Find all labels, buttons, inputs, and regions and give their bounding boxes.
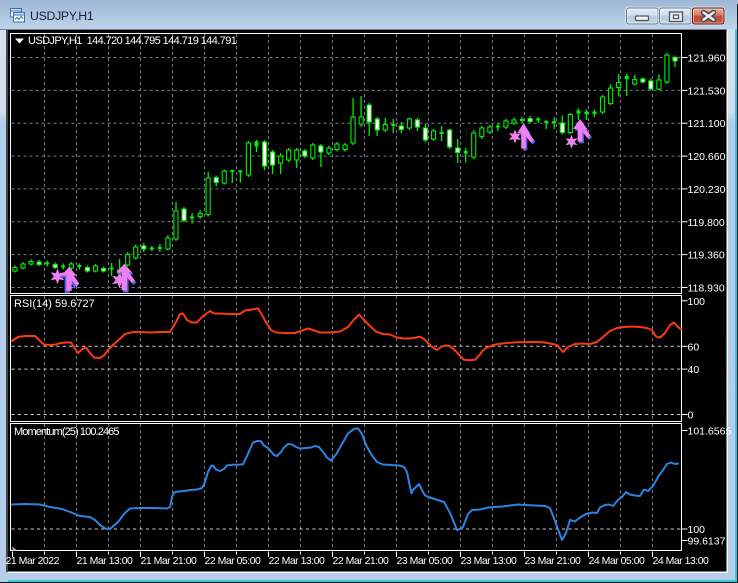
svg-text:24 Mar 13:00: 24 Mar 13:00: [653, 555, 710, 567]
svg-text:40: 40: [688, 364, 700, 376]
svg-text:118.930: 118.930: [688, 283, 725, 295]
svg-text:120.660: 120.660: [688, 151, 726, 163]
svg-text:119.800: 119.800: [688, 217, 725, 229]
svg-text:23 Mar 05:00: 23 Mar 05:00: [397, 555, 454, 567]
svg-text:120.230: 120.230: [688, 184, 726, 196]
svg-text:100: 100: [688, 296, 706, 308]
svg-text:23 Mar 13:00: 23 Mar 13:00: [461, 555, 518, 567]
svg-text:Momentum(25) 100.2465: Momentum(25) 100.2465: [14, 426, 119, 438]
svg-text:RSI(14) 59.6727: RSI(14) 59.6727: [14, 298, 95, 310]
svg-text:USDJPY,H1 144.720 144.795 144: USDJPY,H1 144.720 144.795 144.719 144.79…: [28, 35, 237, 47]
svg-text:121.530: 121.530: [688, 85, 726, 97]
svg-text:USDJPY,H1: USDJPY,H1: [30, 9, 94, 23]
svg-text:121.100: 121.100: [688, 118, 726, 130]
svg-text:23 Mar 21:00: 23 Mar 21:00: [525, 555, 582, 567]
svg-text:121.960: 121.960: [688, 53, 726, 65]
svg-text:0: 0: [688, 410, 694, 422]
svg-text:22 Mar 21:00: 22 Mar 21:00: [333, 555, 390, 567]
svg-text:21 Mar 13:00: 21 Mar 13:00: [77, 555, 134, 567]
svg-text:60: 60: [688, 341, 700, 353]
svg-text:21 Mar 2022: 21 Mar 2022: [6, 555, 60, 567]
svg-text:21 Mar 21:00: 21 Mar 21:00: [141, 555, 198, 567]
svg-text:119.360: 119.360: [688, 250, 725, 262]
svg-text:24 Mar 05:00: 24 Mar 05:00: [589, 555, 646, 567]
svg-text:22 Mar 13:00: 22 Mar 13:00: [269, 555, 326, 567]
svg-text:22 Mar 05:00: 22 Mar 05:00: [205, 555, 262, 567]
svg-text:100: 100: [688, 524, 706, 536]
svg-text:99.6137: 99.6137: [688, 536, 726, 548]
svg-text:101.6565: 101.6565: [688, 426, 732, 438]
